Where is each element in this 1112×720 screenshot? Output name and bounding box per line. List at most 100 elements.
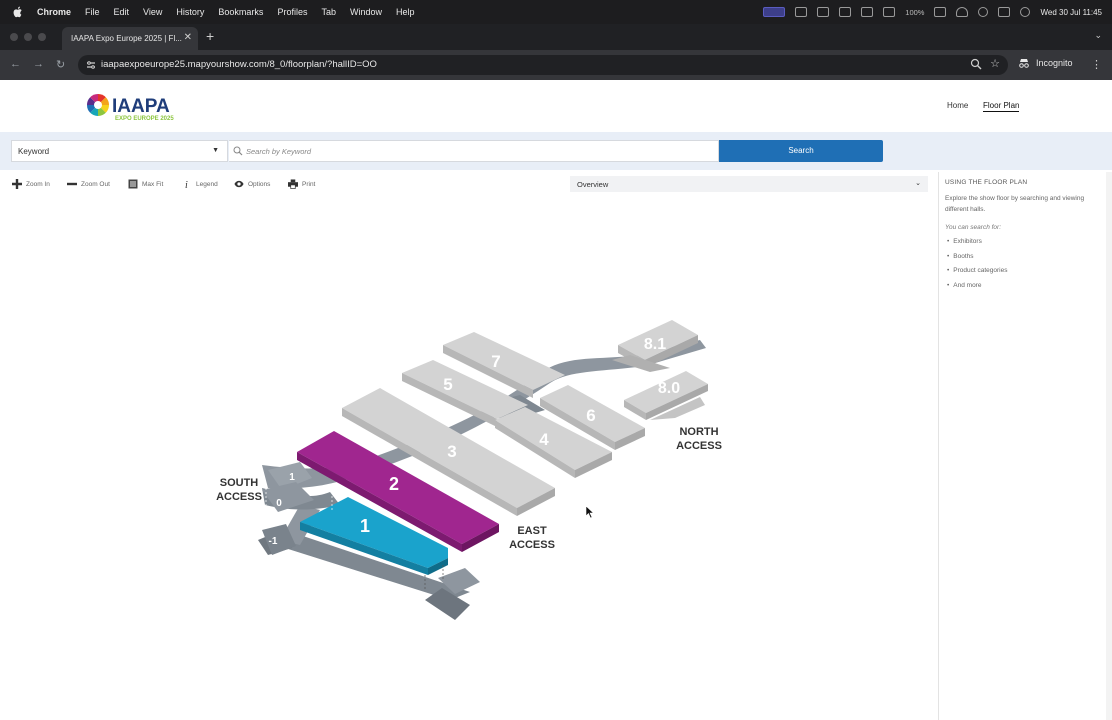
north-access-label: NORTH ACCESS bbox=[676, 426, 722, 452]
help-list: Exhibitors Booths Product categories And… bbox=[947, 238, 1007, 296]
logo-wordmark: IAAPA bbox=[112, 96, 170, 117]
max-fit-label: Max Fit bbox=[142, 180, 164, 188]
siri-icon[interactable] bbox=[1020, 7, 1031, 17]
svg-text:EAST: EAST bbox=[517, 525, 547, 537]
site-info-icon[interactable] bbox=[86, 60, 96, 70]
search-icon bbox=[233, 146, 243, 156]
help-subtitle: You can search for: bbox=[945, 224, 1002, 231]
status-icon-5[interactable] bbox=[883, 7, 896, 17]
tab-strip: IAAPA Expo Europe 2025 | Fl... ✕ bbox=[0, 24, 1112, 50]
macos-menubar: Chrome File Edit View History Bookmarks … bbox=[0, 0, 1112, 24]
zoom-icon[interactable] bbox=[970, 58, 982, 70]
search-filter-value: Keyword bbox=[18, 147, 50, 156]
address-bar[interactable]: iaapaexpoeurope25.mapyourshow.com/8_0/fl… bbox=[78, 55, 1008, 75]
list-item: And more bbox=[947, 282, 1007, 297]
menu-app-name[interactable]: Chrome bbox=[37, 7, 71, 17]
hall-select-value: Overview bbox=[577, 180, 609, 189]
plus-icon bbox=[12, 179, 22, 189]
browser-tab-active[interactable]: IAAPA Expo Europe 2025 | Fl... ✕ bbox=[62, 27, 198, 50]
list-item: Booths bbox=[947, 253, 1007, 268]
incognito-icon bbox=[1019, 59, 1029, 68]
hall-8-0-label: 8.0 bbox=[658, 380, 680, 397]
svg-text:NORTH: NORTH bbox=[679, 426, 718, 438]
search-button[interactable]: Search bbox=[719, 140, 883, 162]
status-icon-3[interactable] bbox=[839, 7, 852, 17]
options-label: Options bbox=[248, 180, 271, 188]
level-1-label: 1 bbox=[289, 472, 295, 483]
status-icon-4[interactable] bbox=[861, 7, 874, 17]
search-input[interactable]: Search by Keyword bbox=[229, 140, 719, 162]
clock[interactable]: Wed 30 Jul 11:45 bbox=[1040, 8, 1102, 17]
battery-icon[interactable] bbox=[934, 7, 947, 17]
menu-tab[interactable]: Tab bbox=[321, 7, 336, 17]
close-window-button[interactable] bbox=[10, 33, 18, 41]
reload-icon[interactable]: ↻ bbox=[56, 58, 65, 71]
side-panel-scrollbar[interactable] bbox=[1106, 172, 1112, 720]
zoom-out-label: Zoom Out bbox=[81, 180, 110, 188]
svg-text:SOUTH: SOUTH bbox=[220, 477, 259, 489]
screen-record-icon[interactable] bbox=[763, 7, 786, 17]
level-0-label: 0 bbox=[276, 498, 282, 509]
legend-button[interactable]: i Legend bbox=[182, 179, 218, 189]
browser-toolbar: ← → ↻ iaapaexpoeurope25.mapyourshow.com/… bbox=[0, 50, 1112, 80]
zoom-in-button[interactable]: Zoom In bbox=[12, 179, 50, 189]
wifi-icon[interactable] bbox=[956, 7, 969, 17]
iaapa-logo[interactable]: IAAPA EXPO EUROPE 2025 bbox=[87, 92, 192, 122]
menu-edit[interactable]: Edit bbox=[114, 7, 130, 17]
menu-window[interactable]: Window bbox=[350, 7, 382, 17]
chevron-down-icon: ▼ bbox=[212, 147, 219, 154]
hall-4-label: 4 bbox=[539, 430, 549, 449]
eye-icon bbox=[234, 179, 244, 189]
minimize-window-button[interactable] bbox=[24, 33, 32, 41]
nav-floor-plan[interactable]: Floor Plan bbox=[983, 101, 1020, 112]
minus-icon bbox=[67, 179, 77, 189]
floor-plan-map[interactable]: 7 5 6 4 3 8.0 8.1 2 1 1 0 -1 SOUTH ACCES… bbox=[0, 200, 938, 720]
forward-icon[interactable]: → bbox=[33, 58, 44, 70]
menu-view[interactable]: View bbox=[143, 7, 162, 17]
max-fit-button[interactable]: Max Fit bbox=[128, 179, 163, 189]
hall-8-0[interactable]: 8.0 bbox=[624, 371, 708, 420]
list-item: Exhibitors bbox=[947, 238, 1007, 253]
list-item: Product categories bbox=[947, 267, 1007, 282]
status-icon-1[interactable] bbox=[795, 7, 808, 17]
window-controls bbox=[10, 33, 46, 41]
hall-7-label: 7 bbox=[491, 352, 500, 371]
menu-bookmarks[interactable]: Bookmarks bbox=[218, 7, 263, 17]
maximize-window-button[interactable] bbox=[38, 33, 46, 41]
back-icon[interactable]: ← bbox=[10, 58, 21, 70]
tab-search-icon[interactable]: ⌄ bbox=[1094, 30, 1102, 41]
hall-3-label: 3 bbox=[447, 442, 456, 461]
browser-menu-icon[interactable]: ⋮ bbox=[1091, 58, 1102, 71]
options-button[interactable]: Options bbox=[234, 179, 270, 189]
hall-2-label: 2 bbox=[389, 474, 399, 494]
nav-home[interactable]: Home bbox=[947, 101, 968, 110]
zoom-in-label: Zoom In bbox=[26, 180, 50, 188]
menu-profiles[interactable]: Profiles bbox=[277, 7, 307, 17]
incognito-label: Incognito bbox=[1036, 58, 1073, 68]
status-icon-2[interactable] bbox=[817, 7, 830, 17]
menu-history[interactable]: History bbox=[176, 7, 204, 17]
search-placeholder: Search by Keyword bbox=[246, 147, 312, 156]
print-icon bbox=[288, 179, 298, 189]
zoom-out-button[interactable]: Zoom Out bbox=[67, 179, 110, 189]
apple-icon[interactable] bbox=[11, 5, 25, 19]
fit-icon bbox=[128, 179, 138, 189]
menu-file[interactable]: File bbox=[85, 7, 100, 17]
search-filter-select[interactable]: Keyword ▼ bbox=[11, 140, 228, 162]
svg-text:i: i bbox=[185, 180, 188, 189]
search-bar: Keyword ▼ Search by Keyword Search bbox=[0, 132, 1112, 170]
control-center-icon[interactable] bbox=[998, 7, 1011, 17]
new-tab-button[interactable]: + bbox=[206, 28, 214, 44]
hall-select[interactable]: Overview ⌄ bbox=[570, 176, 928, 192]
spotlight-icon[interactable] bbox=[978, 7, 989, 17]
bookmark-star-icon[interactable]: ☆ bbox=[990, 57, 1000, 70]
menu-help[interactable]: Help bbox=[396, 7, 415, 17]
mouse-cursor-icon bbox=[585, 505, 595, 519]
help-description: Explore the show floor by searching and … bbox=[945, 195, 1085, 213]
svg-text:ACCESS: ACCESS bbox=[509, 539, 555, 551]
incognito-indicator[interactable]: Incognito bbox=[1018, 58, 1073, 68]
url-text[interactable]: iaapaexpoeurope25.mapyourshow.com/8_0/fl… bbox=[101, 59, 377, 70]
close-tab-icon[interactable]: ✕ bbox=[184, 32, 192, 43]
help-title: USING THE FLOOR PLAN bbox=[945, 179, 1028, 186]
print-button[interactable]: Print bbox=[288, 179, 315, 189]
